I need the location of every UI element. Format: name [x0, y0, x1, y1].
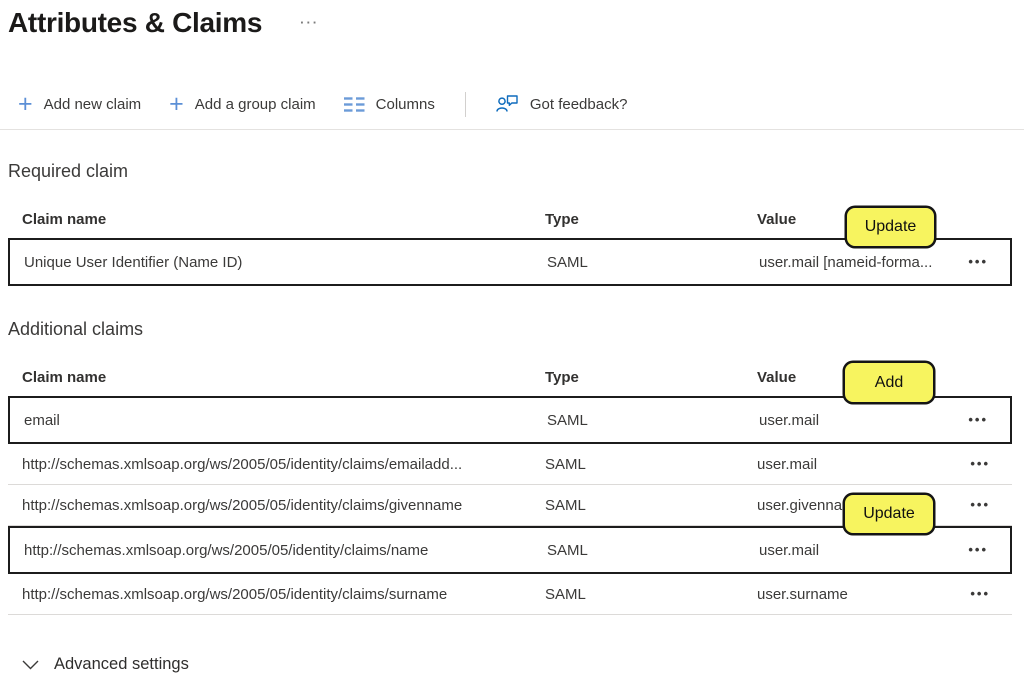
row-menu-icon[interactable]: ••• — [970, 500, 990, 510]
annotation-update-name-row: Update — [843, 493, 935, 535]
row-menu-icon[interactable]: ••• — [968, 545, 988, 555]
claim-name-cell[interactable]: http://schemas.xmlsoap.org/ws/2005/05/id… — [22, 456, 545, 473]
command-bar: + Add new claim + Add a group claim Colu… — [18, 88, 1012, 120]
claim-type-cell: SAML — [547, 254, 759, 271]
plus-icon: + — [18, 95, 33, 113]
column-header-claim-name: Claim name — [22, 211, 545, 238]
column-header-type: Type — [545, 369, 757, 396]
annotation-add-email-row: Add — [843, 361, 935, 404]
columns-button[interactable]: Columns — [344, 96, 435, 113]
table-row-surname[interactable]: http://schemas.xmlsoap.org/ws/2005/05/id… — [8, 574, 1012, 615]
row-menu-icon[interactable]: ••• — [968, 257, 988, 267]
row-menu-icon[interactable]: ••• — [970, 459, 990, 469]
toolbar-divider — [465, 92, 466, 117]
got-feedback-label: Got feedback? — [530, 96, 628, 113]
claim-value-cell: user.surname — [757, 586, 957, 603]
chevron-down-icon — [22, 660, 39, 670]
claim-value-cell: user.mail — [759, 542, 959, 559]
claim-type-cell: SAML — [545, 456, 757, 473]
column-header-type: Type — [545, 211, 757, 238]
columns-label: Columns — [376, 96, 435, 113]
claim-type-cell: SAML — [545, 586, 757, 603]
plus-icon: + — [169, 95, 184, 113]
table-row-emailaddress[interactable]: http://schemas.xmlsoap.org/ws/2005/05/id… — [8, 444, 1012, 485]
row-menu-icon[interactable]: ••• — [970, 589, 990, 599]
claim-name-cell[interactable]: http://schemas.xmlsoap.org/ws/2005/05/id… — [24, 542, 547, 559]
claim-value-cell: user.mail [nameid-forma... — [759, 254, 959, 271]
page-title: Attributes & Claims — [8, 6, 262, 40]
additional-claims-heading: Additional claims — [8, 318, 1012, 340]
claim-name-cell[interactable]: http://schemas.xmlsoap.org/ws/2005/05/id… — [22, 497, 545, 514]
add-new-claim-label: Add new claim — [44, 96, 142, 113]
title-row: Attributes & Claims ··· — [8, 6, 1012, 40]
claim-type-cell: SAML — [547, 412, 759, 429]
claim-value-cell: user.mail — [757, 456, 957, 473]
toolbar-separator — [0, 129, 1024, 130]
add-group-claim-label: Add a group claim — [195, 96, 316, 113]
feedback-icon — [496, 94, 519, 114]
claim-name-cell[interactable]: http://schemas.xmlsoap.org/ws/2005/05/id… — [22, 586, 545, 603]
claim-name-cell[interactable]: email — [24, 412, 547, 429]
annotation-update-required-value: Update — [845, 206, 936, 248]
attributes-claims-page: Attributes & Claims ··· + Add new claim … — [0, 0, 1024, 674]
column-header-claim-name: Claim name — [22, 369, 545, 396]
claim-value-cell: user.mail — [759, 412, 959, 429]
row-menu-icon[interactable]: ••• — [968, 415, 988, 425]
advanced-settings-label: Advanced settings — [54, 655, 189, 674]
claim-name-cell[interactable]: Unique User Identifier (Name ID) — [24, 254, 547, 271]
claim-type-cell: SAML — [547, 542, 759, 559]
add-group-claim-button[interactable]: + Add a group claim — [169, 95, 316, 113]
title-more-icon[interactable]: ··· — [300, 18, 319, 28]
got-feedback-button[interactable]: Got feedback? — [496, 94, 628, 114]
add-new-claim-button[interactable]: + Add new claim — [18, 95, 141, 113]
required-claim-heading: Required claim — [8, 160, 1012, 182]
claim-type-cell: SAML — [545, 497, 757, 514]
columns-icon — [344, 97, 365, 112]
advanced-settings-toggle[interactable]: Advanced settings — [22, 655, 1012, 674]
